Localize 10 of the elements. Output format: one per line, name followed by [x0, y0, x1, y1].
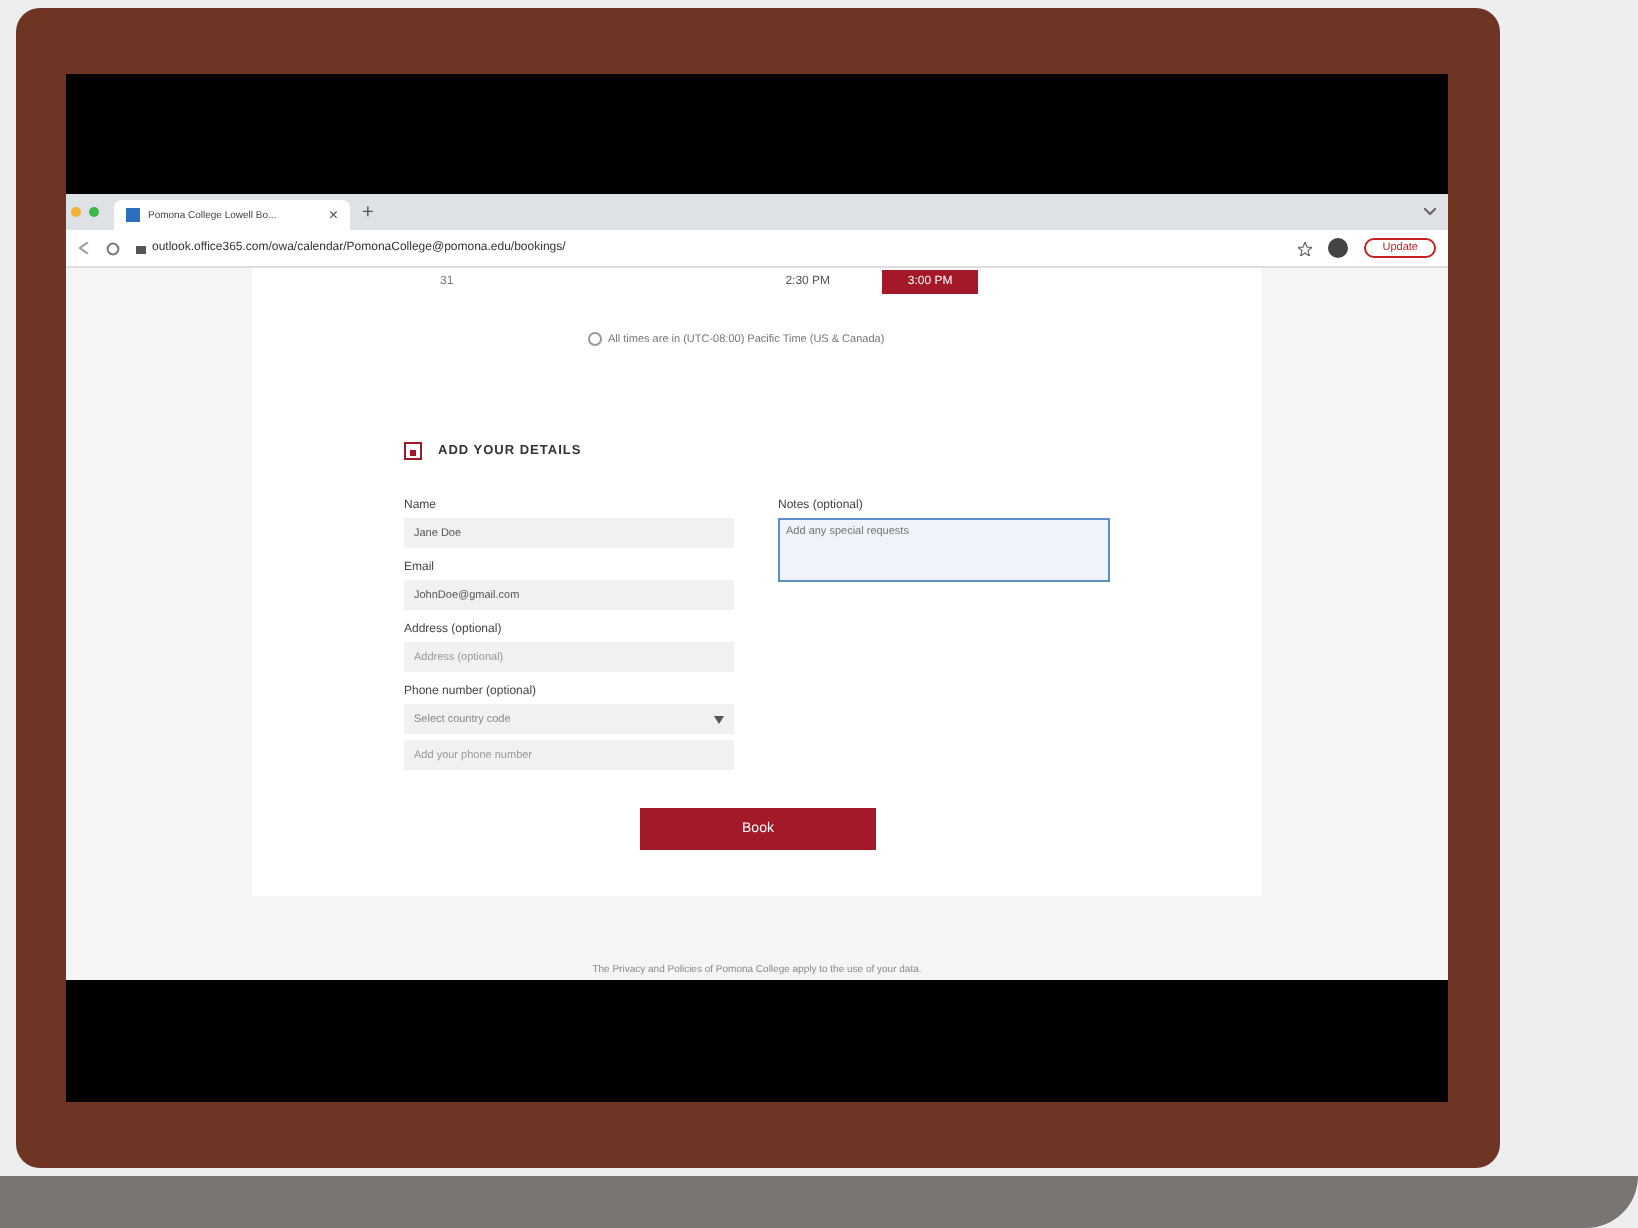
calendar-icon: [404, 442, 422, 460]
star-icon[interactable]: [1298, 241, 1313, 255]
new-tab-button[interactable]: +: [362, 201, 374, 223]
lock-icon: [136, 242, 146, 254]
close-icon[interactable]: ×: [328, 206, 338, 224]
favicon-icon: [126, 208, 140, 222]
avatar-icon[interactable]: [1328, 238, 1349, 258]
dropdown-icon: [714, 715, 724, 723]
back-icon[interactable]: [78, 242, 90, 254]
chevron-icon[interactable]: [1424, 208, 1436, 216]
